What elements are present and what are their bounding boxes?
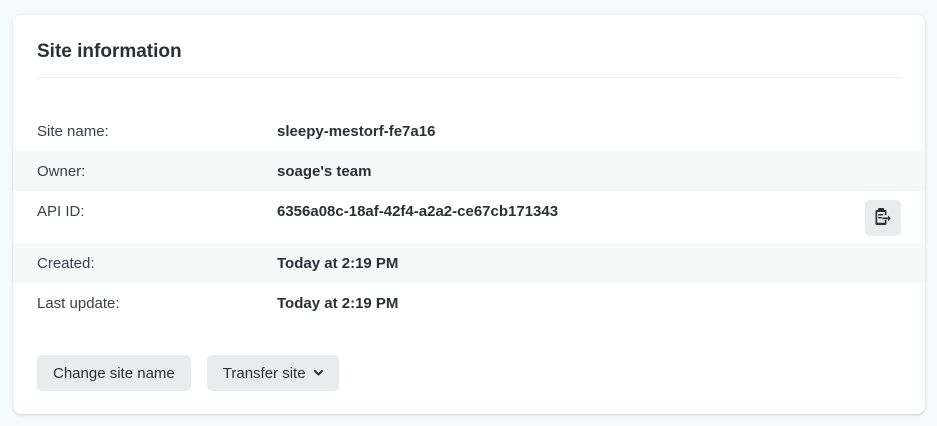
created-row: Created: Today at 2:19 PM <box>13 243 925 283</box>
created-label: Created: <box>37 255 95 272</box>
transfer-site-label: Transfer site <box>222 364 306 382</box>
card-title: Site information <box>37 41 182 62</box>
site-actions: Change site name Transfer site <box>37 355 339 391</box>
owner-value: soage's team <box>277 163 372 180</box>
transfer-site-button[interactable]: Transfer site <box>206 355 339 391</box>
last-update-row: Last update: Today at 2:19 PM <box>13 283 925 323</box>
copy-api-id-button[interactable] <box>865 200 901 236</box>
api-id-row: API ID: 6356a08c-18af-42f4-a2a2-ce67cb17… <box>13 191 925 243</box>
last-update-value: Today at 2:19 PM <box>277 295 399 312</box>
last-update-label: Last update: <box>37 295 120 312</box>
api-id-value: 6356a08c-18af-42f4-a2a2-ce67cb171343 <box>277 203 559 220</box>
site-name-value: sleepy-mestorf-fe7a16 <box>277 123 436 140</box>
title-divider <box>37 77 901 78</box>
site-information-card: Site information Site name: sleepy-mesto… <box>13 15 925 414</box>
copy-clipboard-icon <box>875 207 891 230</box>
created-value: Today at 2:19 PM <box>277 255 399 272</box>
change-site-name-button[interactable]: Change site name <box>37 355 191 391</box>
owner-row: Owner: soage's team <box>13 151 925 191</box>
change-site-name-label: Change site name <box>53 364 175 382</box>
chevron-down-icon <box>313 370 323 376</box>
owner-label: Owner: <box>37 163 86 180</box>
site-name-label: Site name: <box>37 123 109 140</box>
site-info-list: Site name: sleepy-mestorf-fe7a16 Owner: … <box>13 111 925 323</box>
api-id-label: API ID: <box>37 203 85 220</box>
site-name-row: Site name: sleepy-mestorf-fe7a16 <box>13 111 925 151</box>
